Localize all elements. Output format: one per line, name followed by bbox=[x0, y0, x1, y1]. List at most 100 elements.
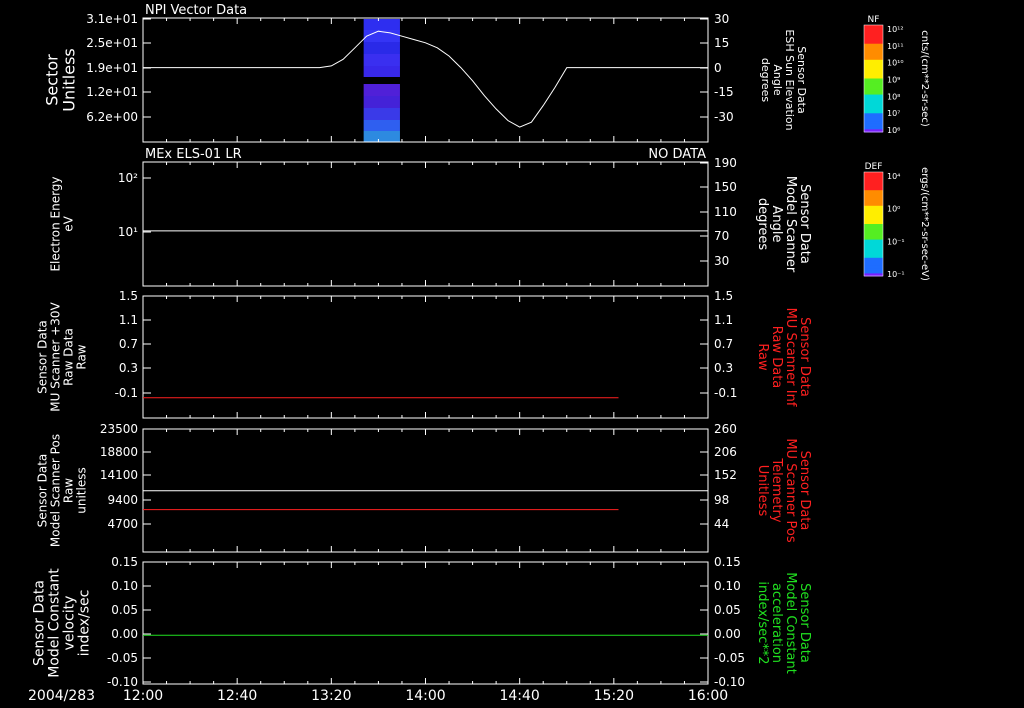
right-axis-label: Sensor Data bbox=[797, 583, 812, 663]
left-axis-label: Unitless bbox=[60, 48, 79, 112]
date-label: 2004/283 bbox=[28, 688, 95, 704]
panel-4: 23500 18800 14100 9400 4700 260 206 152 98 44 Sens… bbox=[36, 422, 812, 553]
colorbar-tick: 10¹⁰ bbox=[887, 59, 904, 68]
panel-title: NPI Vector Data bbox=[145, 3, 247, 18]
right-tick-label: 152 bbox=[714, 468, 737, 482]
right-axis-label: Telemetry bbox=[769, 457, 784, 522]
left-axis-label: Raw bbox=[75, 344, 89, 369]
colorbar-tick: 10¹² bbox=[887, 25, 904, 34]
left-tick-label: 0.7 bbox=[119, 337, 138, 351]
right-tick-label: -30 bbox=[714, 110, 734, 124]
colorbar-unit: cnts/(cm**2-sr-sec) bbox=[919, 30, 930, 127]
left-axis-label: Electron Energy bbox=[49, 176, 63, 271]
left-axis-label: velocity bbox=[62, 596, 78, 651]
right-axis-label: acceleration bbox=[769, 583, 784, 663]
right-tick-label: 0.15 bbox=[714, 555, 741, 569]
left-tick-label: -0.1 bbox=[115, 386, 138, 400]
panel-title: MEx ELS-01 LR bbox=[145, 147, 242, 162]
right-tick-label: -0.1 bbox=[714, 386, 737, 400]
x-tick-label: 12:00 bbox=[123, 688, 163, 704]
left-tick-label: 3.1e+01 bbox=[86, 12, 138, 26]
chart-canvas: 3.1e+012.5e+011.9e+011.2e+016.2e+0030150… bbox=[28, 3, 930, 704]
right-axis-label: Angle bbox=[769, 206, 784, 243]
left-tick-label: 0.10 bbox=[111, 579, 138, 593]
colorbar-unit: ergs/(cm**2-sr-sec-eV) bbox=[919, 167, 930, 281]
right-tick-label: 15 bbox=[714, 36, 729, 50]
right-axis-label: Sensor Data bbox=[797, 184, 812, 264]
status-text: NO DATA bbox=[648, 147, 706, 162]
spectrogram-cell bbox=[363, 96, 400, 108]
right-tick-label: -0.10 bbox=[714, 675, 745, 689]
right-tick-label: 190 bbox=[714, 156, 737, 170]
spectrogram-cell bbox=[363, 54, 400, 66]
right-tick-label: 0.3 bbox=[714, 361, 733, 375]
left-tick-label: 2.5e+01 bbox=[86, 36, 138, 50]
left-tick-label: 4700 bbox=[107, 517, 138, 531]
left-tick-label: -0.10 bbox=[107, 675, 138, 689]
right-tick-label: -15 bbox=[714, 85, 734, 99]
right-axis-label: Raw bbox=[755, 343, 770, 371]
panel-2: 10² 10¹ 190 150 110 70 30 MEx ELS-01 LR NO DATA E… bbox=[49, 147, 812, 287]
plot-frame bbox=[142, 295, 709, 419]
left-axis-label: Raw bbox=[62, 478, 76, 503]
left-tick-label: 0.15 bbox=[111, 555, 138, 569]
panel-3: 1.5 1.1 0.7 0.3 -0.1 1.5 1.1 0.7 0.3 -0.1 Sensor D… bbox=[36, 289, 812, 419]
spectrogram-cell bbox=[363, 84, 400, 96]
left-tick-label: 10² bbox=[118, 171, 138, 185]
spectrogram-cell bbox=[363, 19, 400, 30]
right-axis-label: index/sec**2 bbox=[755, 581, 770, 664]
right-tick-label: 110 bbox=[714, 205, 737, 219]
x-tick-label: 15:20 bbox=[594, 688, 634, 704]
left-tick-label: 1.5 bbox=[119, 289, 138, 303]
right-axis-label: degrees bbox=[759, 58, 772, 103]
left-tick-label: 0.00 bbox=[111, 627, 138, 641]
right-tick-label: 260 bbox=[714, 422, 737, 436]
x-tick-label: 14:40 bbox=[499, 688, 539, 704]
spectrogram-cell bbox=[363, 66, 400, 77]
colorbar-tick: 10⁻¹ bbox=[887, 270, 905, 279]
right-tick-label: 70 bbox=[714, 229, 729, 243]
spectrogram-cell bbox=[363, 131, 400, 142]
right-tick-label: 0 bbox=[714, 61, 722, 75]
right-tick-label: 0.10 bbox=[714, 579, 741, 593]
right-tick-label: 30 bbox=[714, 12, 729, 26]
series-line bbox=[143, 30, 708, 128]
right-axis-label: Raw Data bbox=[769, 326, 784, 389]
x-tick-label: 14:00 bbox=[405, 688, 445, 704]
colorbar-title: DEF bbox=[865, 162, 883, 172]
left-axis-label: Raw Data bbox=[62, 328, 76, 386]
right-tick-label: 44 bbox=[714, 517, 729, 531]
left-tick-label: 9400 bbox=[107, 493, 138, 507]
right-tick-label: 150 bbox=[714, 180, 737, 194]
left-axis-label: Sensor Data bbox=[36, 320, 50, 394]
left-axis-label: Model Constant bbox=[47, 568, 63, 678]
left-tick-label: 23500 bbox=[100, 422, 138, 436]
colorbar-tick: 10¹¹ bbox=[887, 42, 904, 51]
x-tick-label: 13:20 bbox=[311, 688, 351, 704]
colorbar-1: NF 10¹² 10¹¹ 10¹⁰ 10⁹ 10⁸ 10⁷ 10⁶ cnts/(cm**2-sr… bbox=[863, 15, 930, 135]
right-axis-label: Model Scanner bbox=[783, 176, 798, 273]
left-tick-label: 14100 bbox=[100, 468, 138, 482]
spectrogram-cell bbox=[363, 42, 400, 54]
colorbar-tick: 10⁶ bbox=[887, 126, 900, 135]
left-tick-label: -0.05 bbox=[107, 651, 138, 665]
left-tick-label: 1.9e+01 bbox=[86, 61, 138, 75]
left-tick-label: 6.2e+00 bbox=[86, 110, 138, 124]
right-tick-label: 1.1 bbox=[714, 313, 733, 327]
left-axis-label: Sensor Data bbox=[32, 580, 48, 666]
colorbar-title: NF bbox=[868, 15, 880, 25]
colorbar-tick: 10⁹ bbox=[887, 76, 900, 85]
right-axis-label: Sensor Data bbox=[797, 451, 812, 531]
colorbar-tick: 10⁻¹ bbox=[887, 237, 905, 246]
left-tick-label: 10¹ bbox=[118, 225, 138, 239]
colorbar-tick: 10⁸ bbox=[887, 92, 900, 101]
left-tick-label: 1.1 bbox=[119, 313, 138, 327]
plot-frame bbox=[142, 561, 709, 685]
right-tick-label: 98 bbox=[714, 493, 729, 507]
left-tick-label: 0.3 bbox=[119, 361, 138, 375]
right-axis-label: degrees bbox=[755, 198, 770, 251]
left-axis-label: Model Scanner Pos bbox=[49, 434, 63, 547]
right-tick-label: -0.05 bbox=[714, 651, 745, 665]
right-axis-label: Sensor Data bbox=[797, 317, 812, 397]
colorbar-tick: 10⁰ bbox=[887, 205, 900, 214]
